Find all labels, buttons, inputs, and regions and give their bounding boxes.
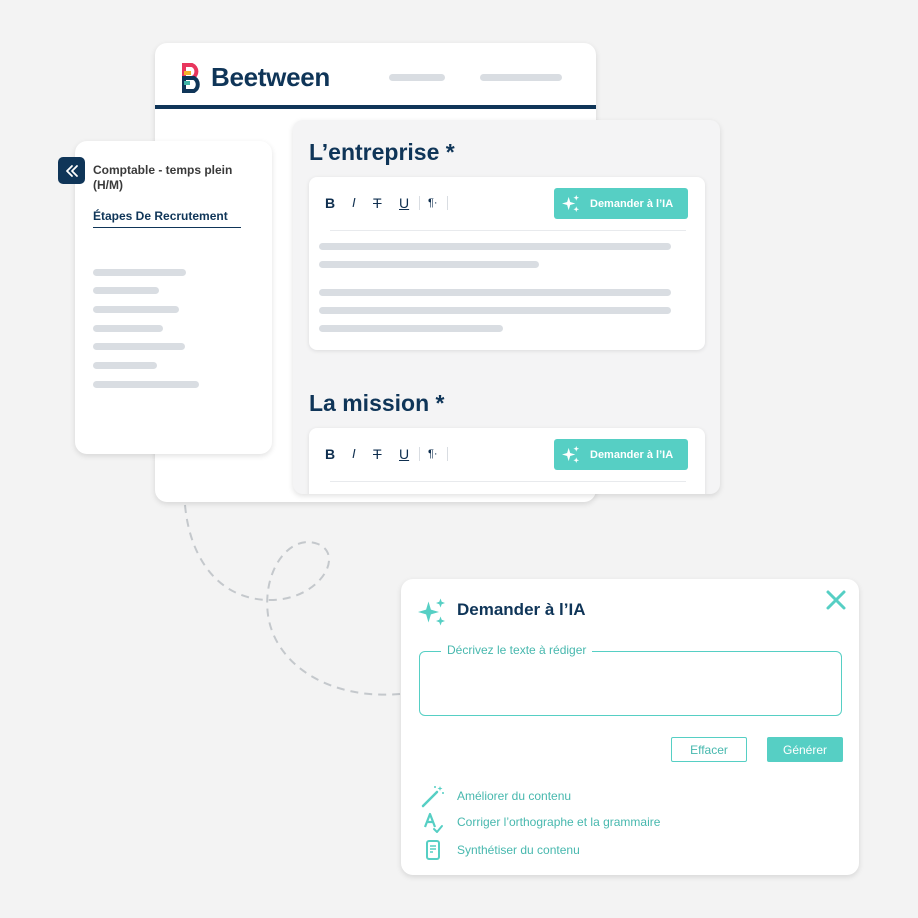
magic-wand-icon — [421, 784, 445, 808]
toolbar-separator — [447, 447, 448, 461]
list-item-placeholder — [93, 287, 159, 294]
action-label: Améliorer du contenu — [457, 789, 572, 803]
underline-button[interactable]: U — [399, 195, 409, 211]
list-item-placeholder — [93, 325, 163, 332]
brand-logo: Beetween — [181, 62, 330, 93]
company-editor[interactable]: B I T U ¶· Demander à l’IA — [309, 177, 705, 350]
steps-link[interactable]: Étapes De Recrutement — [93, 209, 228, 223]
list-item-placeholder — [93, 269, 186, 276]
sparkles-icon — [562, 445, 580, 464]
list-item-placeholder — [93, 362, 157, 369]
text-line-placeholder — [319, 243, 671, 250]
underline-button[interactable]: U — [399, 446, 409, 462]
spellcheck-icon — [421, 810, 445, 834]
ask-ai-button[interactable]: Demander à l’IA — [554, 439, 688, 470]
prompt-input[interactable] — [419, 651, 842, 716]
strikethrough-button[interactable]: T — [373, 446, 382, 462]
close-button[interactable] — [825, 589, 847, 611]
document-icon — [421, 838, 445, 862]
double-chevron-left-icon — [65, 164, 78, 177]
editor-toolbar: B I T U ¶· Demander à l’IA — [309, 428, 705, 482]
list-item-placeholder — [93, 306, 179, 313]
fix-spelling-action[interactable]: Corriger l’orthographe et la grammaire — [421, 810, 660, 834]
list-item-placeholder — [93, 343, 185, 350]
text-line-placeholder — [319, 307, 671, 314]
sidebar-panel: Comptable - temps plein (H/M) Étapes De … — [75, 141, 272, 454]
italic-button[interactable]: I — [352, 195, 356, 210]
improve-content-action[interactable]: Améliorer du contenu — [421, 784, 571, 808]
bold-button[interactable]: B — [325, 446, 335, 462]
action-label: Corriger l’orthographe et la grammaire — [457, 815, 661, 829]
clear-button[interactable]: Effacer — [671, 737, 747, 762]
header-divider — [155, 105, 596, 109]
ask-ai-button[interactable]: Demander à l’IA — [554, 188, 688, 219]
prompt-input-label: Décrivez le texte à rédiger — [441, 643, 593, 657]
sparkles-icon — [562, 194, 580, 213]
toolbar-separator — [447, 196, 448, 210]
close-icon — [826, 590, 846, 610]
toolbar-separator — [419, 447, 420, 461]
list-item-placeholder — [93, 381, 199, 388]
text-line-placeholder — [319, 325, 503, 332]
steps-underline — [93, 227, 241, 228]
text-line-placeholder — [319, 289, 671, 296]
italic-button[interactable]: I — [352, 446, 356, 461]
nav-placeholder — [480, 74, 562, 81]
beetween-logo-icon — [182, 62, 200, 93]
action-label: Synthétiser du contenu — [457, 843, 580, 857]
generate-button[interactable]: Générer — [767, 737, 843, 762]
section-title-mission: La mission * — [309, 390, 445, 416]
summarize-action[interactable]: Synthétiser du contenu — [421, 838, 580, 862]
dialog-title: Demander à l’IA — [457, 600, 586, 619]
brand-name: Beetween — [211, 62, 330, 92]
section-title-company: L’entreprise * — [309, 139, 455, 165]
toolbar-divider — [330, 481, 686, 482]
nav-placeholder — [389, 74, 445, 81]
ai-dialog: Demander à l’IA Décrivez le texte à rédi… — [401, 579, 859, 875]
toolbar-separator — [419, 196, 420, 210]
job-title: Comptable - temps plein (H/M) — [93, 163, 233, 192]
mission-editor[interactable]: B I T U ¶· Demander à l’IA — [309, 428, 705, 494]
toolbar-divider — [330, 230, 686, 231]
text-line-placeholder — [319, 261, 539, 268]
bold-button[interactable]: B — [325, 195, 335, 211]
sparkles-icon — [418, 598, 445, 626]
collapse-sidebar-button[interactable] — [58, 157, 85, 184]
ask-ai-label: Demander à l’IA — [590, 197, 674, 210]
paragraph-button[interactable]: ¶· — [428, 197, 438, 209]
ask-ai-label: Demander à l’IA — [590, 448, 674, 461]
job-form-panel: L’entreprise * B I T U ¶· Demander à l’I… — [293, 120, 720, 494]
editor-toolbar: B I T U ¶· Demander à l’IA — [309, 177, 705, 231]
strikethrough-button[interactable]: T — [373, 195, 382, 211]
paragraph-button[interactable]: ¶· — [428, 448, 438, 460]
